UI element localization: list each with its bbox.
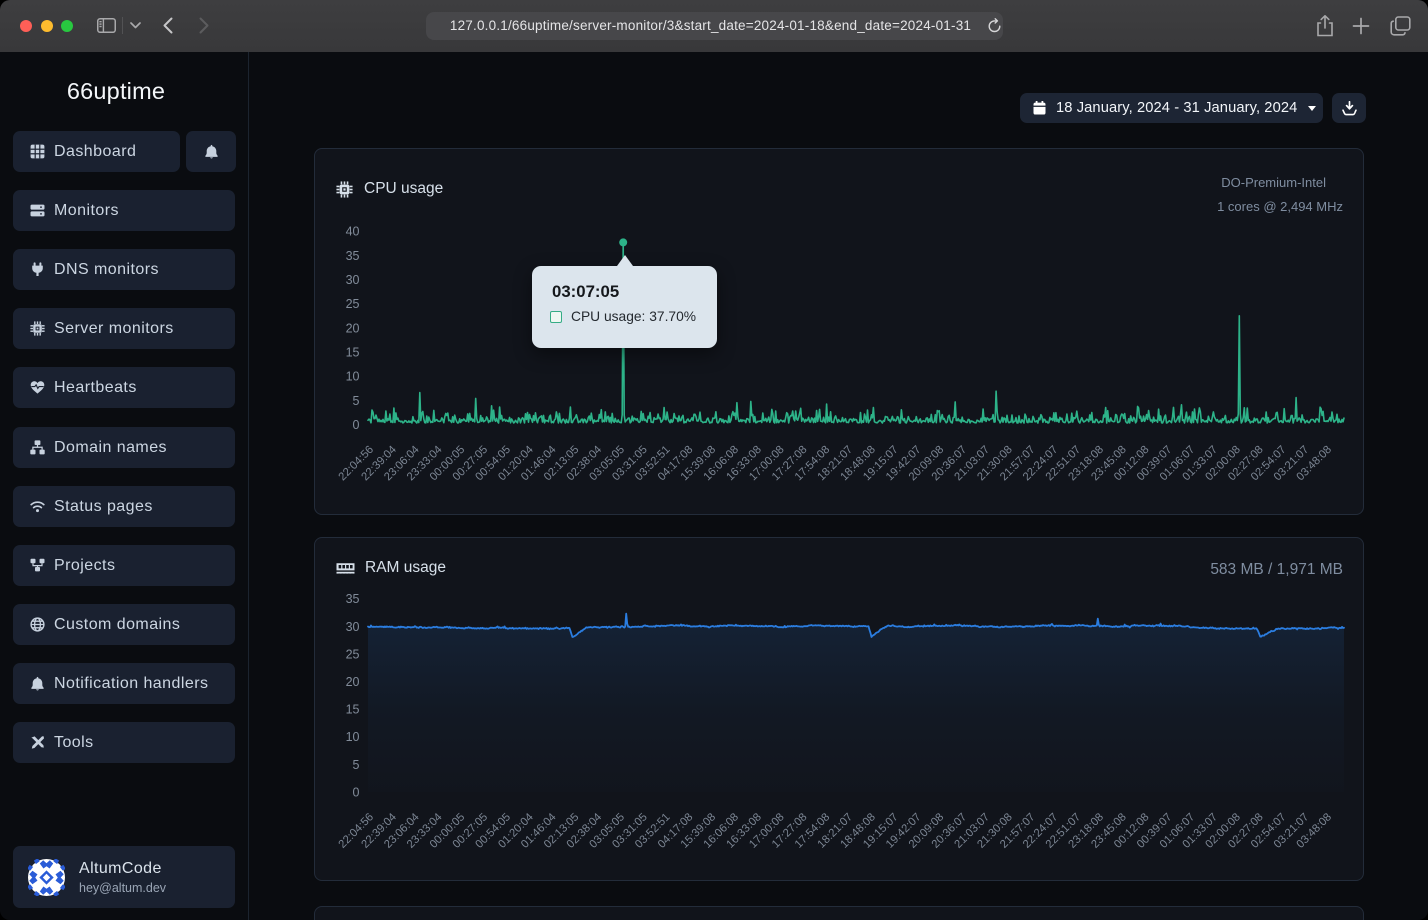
svg-text:30: 30 [346,273,360,287]
svg-text:25: 25 [346,647,360,661]
svg-text:20: 20 [346,321,360,335]
svg-text:5: 5 [353,394,360,408]
svg-text:40: 40 [346,225,360,239]
svg-text:10: 10 [346,370,360,384]
svg-text:0: 0 [353,418,360,432]
svg-text:15: 15 [346,346,360,360]
svg-text:30: 30 [346,620,360,634]
svg-text:25: 25 [346,297,360,311]
svg-text:35: 35 [346,592,360,606]
svg-text:0: 0 [353,785,360,799]
svg-text:20: 20 [346,675,360,689]
svg-text:5: 5 [353,758,360,772]
svg-text:35: 35 [346,249,360,263]
svg-text:15: 15 [346,703,360,717]
svg-text:10: 10 [346,730,360,744]
